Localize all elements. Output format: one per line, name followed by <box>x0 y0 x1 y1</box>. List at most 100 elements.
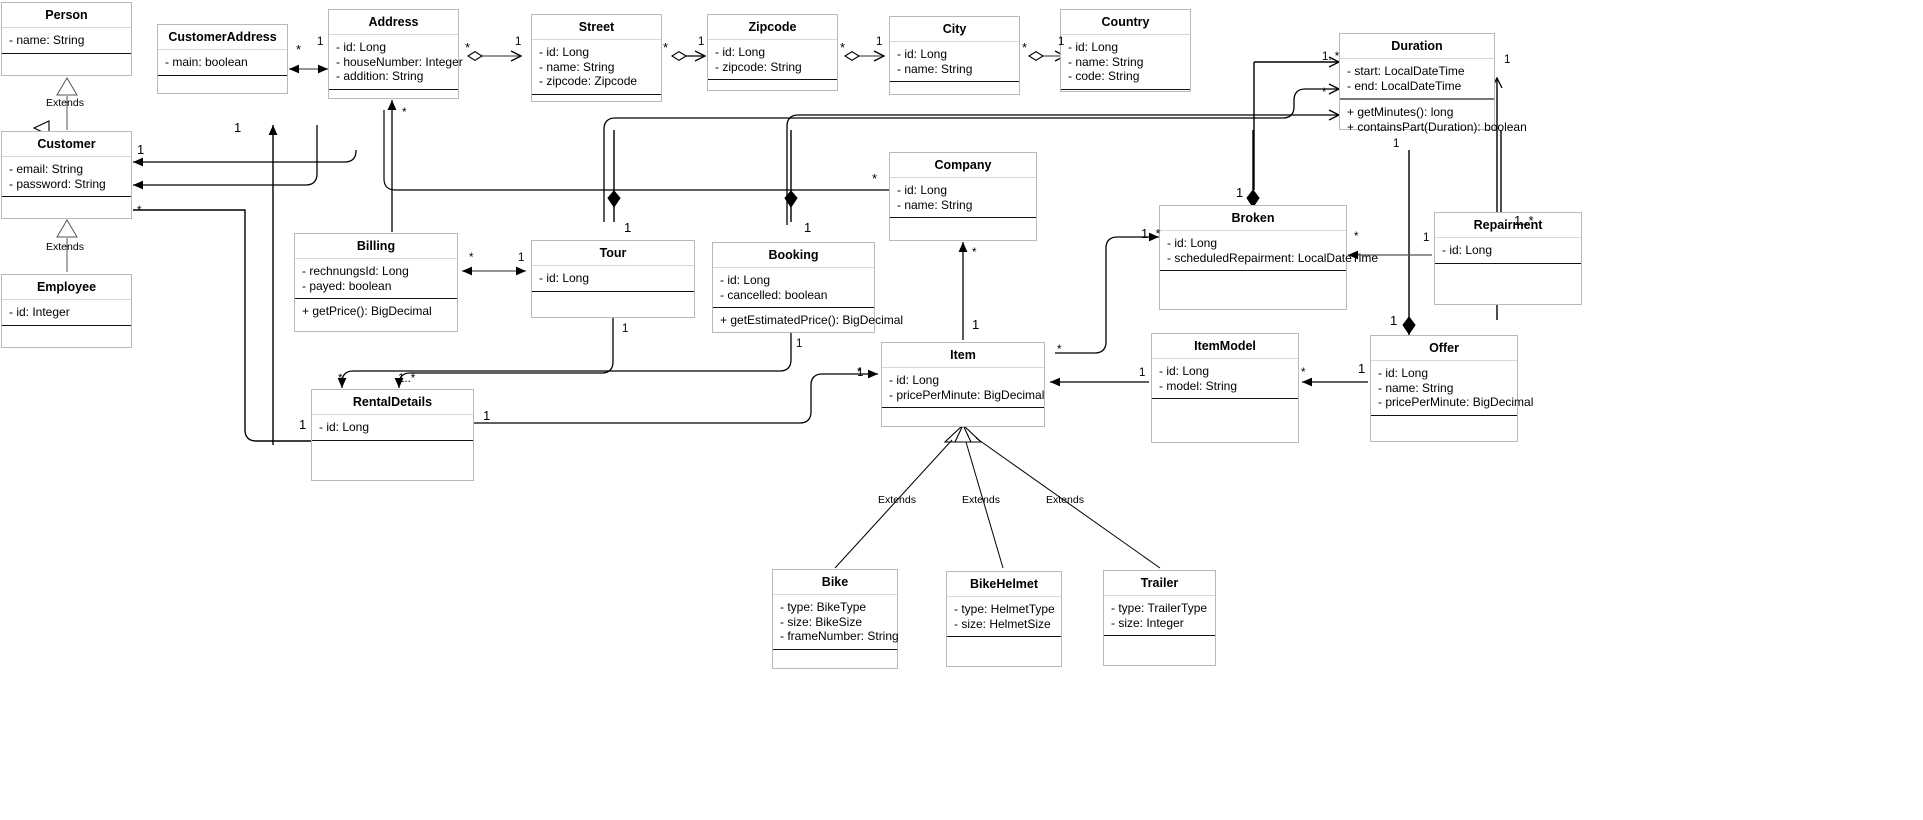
class-operations <box>2 197 131 221</box>
class-title: Customer <box>2 132 131 157</box>
mult-rentaldetails-left-star: 1 <box>299 417 307 432</box>
class-attributes: - id: Long <box>312 415 473 441</box>
class-attributes: - id: Long - model: String <box>1152 359 1298 399</box>
edge-label-extends-bikehelmet: Extends <box>962 494 1000 506</box>
class-operations <box>890 82 1019 106</box>
class-attributes: - type: HelmetType - size: HelmetSize <box>947 597 1061 637</box>
mult-address-onemore: * <box>402 107 407 119</box>
class-box-person[interactable]: Person - name: String <box>1 2 132 76</box>
mult-country-one: 1 <box>1058 36 1065 48</box>
mult-city-country-star: * <box>1022 40 1028 55</box>
mult-company-star: * <box>872 171 878 186</box>
class-box-bike[interactable]: Bike - type: BikeType - size: BikeSize -… <box>772 569 899 669</box>
edge-label-extends-bike: Extends <box>878 494 916 506</box>
class-box-address[interactable]: Address - id: Long - houseNumber: Intege… <box>328 9 463 99</box>
class-box-city[interactable]: City - id: Long - name: String <box>889 16 1020 95</box>
class-attributes: - id: Integer <box>2 300 131 326</box>
class-operations <box>947 637 1061 673</box>
class-title: Trailer <box>1104 571 1215 596</box>
mult-duration-ops-one: * <box>1322 87 1327 99</box>
class-attributes: - id: Long - name: String - code: String <box>1061 35 1190 90</box>
class-attributes: - type: BikeType - size: BikeSize - fram… <box>773 595 899 650</box>
class-title: Duration <box>1340 34 1494 59</box>
mult-address-rental-star: 1 <box>234 120 242 135</box>
mult-broken-top-star: 1 <box>1236 185 1244 200</box>
class-box-tour[interactable]: Tour - id: Long <box>531 240 695 318</box>
class-box-itemmodel[interactable]: ItemModel - id: Long - model: String <box>1151 333 1299 443</box>
class-title: CustomerAddress <box>158 25 287 50</box>
mult-item-right-one: * <box>1057 344 1062 356</box>
class-box-zipcode[interactable]: Zipcode - id: Long - zipcode: String <box>707 14 838 91</box>
class-box-booking[interactable]: Booking - id: Long - cancelled: boolean … <box>712 242 903 333</box>
class-operations <box>882 408 1044 442</box>
class-box-country[interactable]: Country - id: Long - name: String - code… <box>1060 9 1191 92</box>
class-operations <box>312 441 473 489</box>
class-box-offer[interactable]: Offer - id: Long - name: String - priceP… <box>1370 335 1533 442</box>
mult-booking-star: 1 <box>804 220 812 235</box>
class-operations <box>2 326 131 350</box>
edge-label-extends-trailer: Extends <box>1046 494 1084 506</box>
edge-label-extends-person-customer: Extends <box>46 97 84 109</box>
class-title: Offer <box>1371 336 1517 361</box>
class-attributes: - main: boolean <box>158 50 287 76</box>
class-attributes: - rechnungsId: Long - payed: boolean <box>295 259 457 299</box>
mult-booking-rental-one: 1 <box>796 338 803 350</box>
class-box-repairment[interactable]: Repairment - id: Long <box>1434 212 1582 305</box>
class-title: ItemModel <box>1152 334 1298 359</box>
class-title: Tour <box>532 241 694 266</box>
class-operations <box>532 95 661 119</box>
class-box-broken[interactable]: Broken - id: Long - scheduledRepairment:… <box>1159 205 1378 313</box>
class-box-item[interactable]: Item - id: Long - pricePerMinute: BigDec… <box>881 342 1045 427</box>
mult-street-zipcode-star: * <box>663 40 669 55</box>
class-operations <box>1104 636 1215 672</box>
mult-customeraddress-address-star: * <box>296 42 302 57</box>
class-attributes: - type: TrailerType - size: Integer <box>1104 596 1215 636</box>
class-title: City <box>890 17 1019 42</box>
class-operations: + getMinutes(): long + containsPart(Dura… <box>1347 105 1527 134</box>
class-operations <box>1152 399 1298 451</box>
class-title: Item <box>882 343 1044 368</box>
class-attributes: - id: Long - zipcode: String <box>708 40 837 80</box>
class-title: Company <box>890 153 1036 178</box>
class-box-duration[interactable]: Duration - start: LocalDateTime - end: L… <box>1339 33 1527 134</box>
class-operations <box>329 90 458 114</box>
class-title: Employee <box>2 275 131 300</box>
mult-street-one: 1 <box>515 36 522 48</box>
class-operations <box>890 218 1036 258</box>
class-attributes: - id: Long - name: String <box>890 42 1019 82</box>
mult-repairment-one: 1 <box>1423 232 1430 244</box>
class-box-customer[interactable]: Customer - email: String - password: Str… <box>1 131 132 219</box>
class-box-bikehelmet[interactable]: BikeHelmet - type: HelmetType - size: He… <box>946 571 1062 667</box>
class-operations <box>1160 271 1346 313</box>
mult-tour-rental-one: 1 <box>622 323 629 335</box>
mult-city-one: 1 <box>876 36 883 48</box>
class-title: Country <box>1061 10 1190 35</box>
class-box-trailer[interactable]: Trailer - type: TrailerType - size: Inte… <box>1103 570 1216 666</box>
class-operations <box>1061 90 1190 114</box>
mult-rentaldetails-right-star: 1 <box>483 408 491 423</box>
class-attributes: - id: Long <box>1435 238 1581 264</box>
class-attributes: - name: String <box>2 28 131 54</box>
class-title: Person <box>2 3 131 28</box>
class-operations <box>2 54 131 78</box>
class-title: RentalDetails <box>312 390 473 415</box>
class-box-billing[interactable]: Billing - rechnungsId: Long - payed: boo… <box>294 233 458 332</box>
diagram-canvas: Person - name: String Customer - email: … <box>0 0 1923 820</box>
class-box-street[interactable]: Street - id: Long - name: String - zipco… <box>531 14 662 102</box>
class-attributes: - id: Long - name: String <box>890 178 1036 218</box>
mult-itemmodel-item-one: 1 <box>1139 367 1146 379</box>
class-attributes: - start: LocalDateTime - end: LocalDateT… <box>1340 59 1494 100</box>
edge-label-extends-customer-employee: Extends <box>46 241 84 253</box>
mult-offer-itemmodel-onemore: * <box>1301 367 1306 379</box>
class-title: Address <box>329 10 458 35</box>
class-box-customeraddress[interactable]: CustomerAddress - main: boolean <box>157 24 288 94</box>
mult-billing-one: * <box>469 252 474 264</box>
class-box-company[interactable]: Company - id: Long - name: String <box>889 152 1037 241</box>
mult-broken-left-star: 1..* <box>1141 226 1161 241</box>
class-box-rentaldetails[interactable]: RentalDetails - id: Long <box>311 389 474 481</box>
mult-company-item-one: * <box>972 247 977 259</box>
class-title: Repairment <box>1435 213 1581 238</box>
mult-repairment-top-star: 1..* <box>1514 213 1534 228</box>
class-operations <box>1371 416 1517 451</box>
class-box-employee[interactable]: Employee - id: Integer <box>1 274 132 348</box>
